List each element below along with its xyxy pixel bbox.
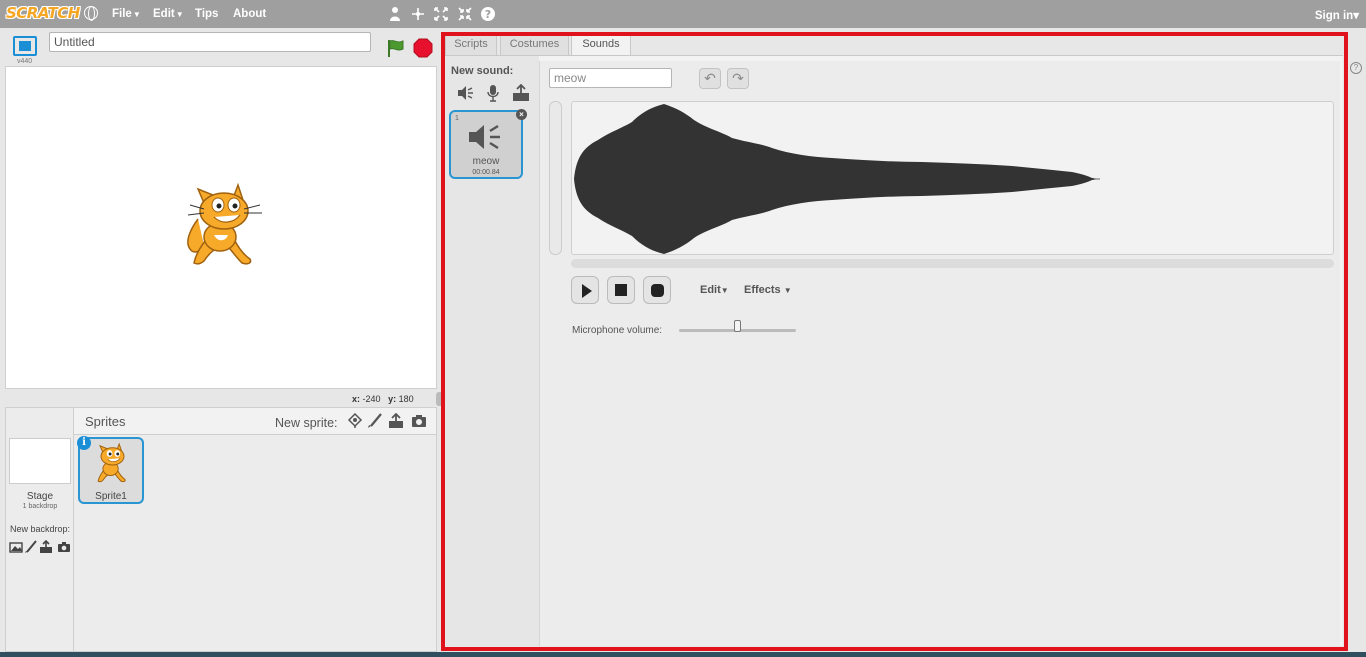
- waveform-graphic: [574, 104, 1100, 254]
- stop-button[interactable]: [607, 276, 635, 304]
- paint-sprite-icon[interactable]: [367, 413, 383, 429]
- sound-edit-menu[interactable]: Edit▼: [700, 284, 729, 296]
- svg-text:?: ?: [485, 8, 491, 21]
- sound-name-input[interactable]: [549, 68, 672, 88]
- presentation-mode-icon[interactable]: [13, 36, 37, 56]
- green-flag-icon[interactable]: [386, 38, 404, 57]
- stop-sign-icon[interactable]: [413, 38, 433, 58]
- sprites-pane: Stage 1 backdrop New backdrop: Sprites N…: [5, 407, 437, 652]
- play-button[interactable]: [571, 276, 599, 304]
- sounds-editor-pane: New sound: 1 × meow 00:00.84 ↶ ↷: [445, 55, 1343, 646]
- upload-sprite-icon[interactable]: [388, 412, 404, 429]
- waveform-display[interactable]: [571, 101, 1334, 255]
- sound-name: meow: [472, 156, 500, 167]
- upload-backdrop-icon[interactable]: [39, 539, 53, 554]
- stage-column: Stage 1 backdrop New backdrop:: [6, 408, 74, 651]
- stage-header: v440: [5, 30, 437, 66]
- sprite-name: Sprite1: [95, 491, 127, 502]
- microphone-volume-label: Microphone volume:: [572, 325, 663, 336]
- undo-icon[interactable]: ↶: [699, 68, 721, 89]
- version-label: v440: [17, 58, 33, 65]
- cat-sprite[interactable]: [178, 179, 268, 275]
- sound-index: 1: [455, 115, 459, 122]
- menu-file[interactable]: File▼: [112, 8, 141, 20]
- sign-in-button[interactable]: Sign in▾: [1315, 8, 1359, 22]
- camera-sprite-icon[interactable]: [411, 413, 427, 429]
- stage-backdrop-count: 1 backdrop: [22, 503, 58, 510]
- duplicate-icon[interactable]: [387, 6, 403, 22]
- cut-icon[interactable]: [410, 6, 426, 22]
- tab-costumes[interactable]: Costumes: [500, 33, 569, 55]
- redo-icon[interactable]: ↷: [727, 68, 749, 89]
- menu-about[interactable]: About: [233, 8, 266, 20]
- sound-list: New sound: 1 × meow 00:00.84: [445, 56, 539, 646]
- new-backdrop-label: New backdrop:: [10, 524, 71, 534]
- menu-bar: SCRATCH File▼ Edit▼ Tips About ? Sign in…: [0, 0, 1366, 28]
- sound-tile[interactable]: 1 × meow 00:00.84: [449, 109, 527, 179]
- sprites-title: Sprites: [85, 414, 126, 429]
- sound-editor: ↶ ↷ Edit▼ Effects ▼ Microphone volume:: [539, 61, 1340, 646]
- microphone-volume-slider[interactable]: [734, 320, 741, 332]
- shrink-icon[interactable]: [457, 6, 473, 22]
- delete-sound-icon[interactable]: ×: [516, 109, 527, 120]
- vertical-zoom-scrollbar[interactable]: [549, 101, 562, 255]
- mouse-coordinates: x: -240 y: 180: [352, 394, 414, 404]
- menu-edit[interactable]: Edit▼: [153, 8, 184, 20]
- scratch-logo[interactable]: SCRATCH: [6, 4, 80, 24]
- info-icon[interactable]: i: [77, 436, 91, 450]
- sprite-library-icon[interactable]: [347, 412, 363, 429]
- taskbar-strip: [0, 652, 1366, 657]
- help-icon[interactable]: ?: [480, 6, 496, 22]
- sound-effects-menu[interactable]: Effects ▼: [744, 284, 792, 296]
- paint-backdrop-icon[interactable]: [24, 540, 38, 554]
- stage-canvas[interactable]: [5, 66, 437, 389]
- language-globe-icon[interactable]: [84, 6, 98, 21]
- grow-icon[interactable]: [433, 6, 449, 22]
- sprites-header: Sprites New sprite:: [74, 408, 436, 435]
- backdrop-library-icon[interactable]: [9, 540, 23, 554]
- new-sound-label: New sound:: [451, 65, 514, 77]
- camera-backdrop-icon[interactable]: [57, 540, 71, 554]
- sprite-tile[interactable]: i Sprite1: [77, 436, 144, 504]
- upload-sound-icon[interactable]: [512, 83, 530, 102]
- tab-sounds[interactable]: Sounds: [571, 33, 631, 56]
- sound-library-icon[interactable]: [456, 84, 474, 102]
- help-tip-icon[interactable]: ?: [1350, 62, 1362, 74]
- sprite-thumbnail: [97, 442, 126, 483]
- stage-label: Stage: [26, 491, 54, 502]
- sound-duration: 00:00.84: [472, 169, 500, 176]
- stage-collapse-handle[interactable]: [436, 392, 442, 406]
- tab-scripts[interactable]: Scripts: [445, 33, 497, 55]
- horizontal-scrollbar[interactable]: [571, 259, 1334, 268]
- speaker-icon: [469, 124, 500, 150]
- new-sprite-label: New sprite:: [275, 416, 338, 430]
- menu-tips[interactable]: Tips: [195, 8, 218, 20]
- stage-thumbnail[interactable]: [9, 438, 71, 484]
- project-title-input[interactable]: [49, 32, 371, 52]
- microphone-icon[interactable]: [484, 84, 502, 102]
- record-button[interactable]: [643, 276, 671, 304]
